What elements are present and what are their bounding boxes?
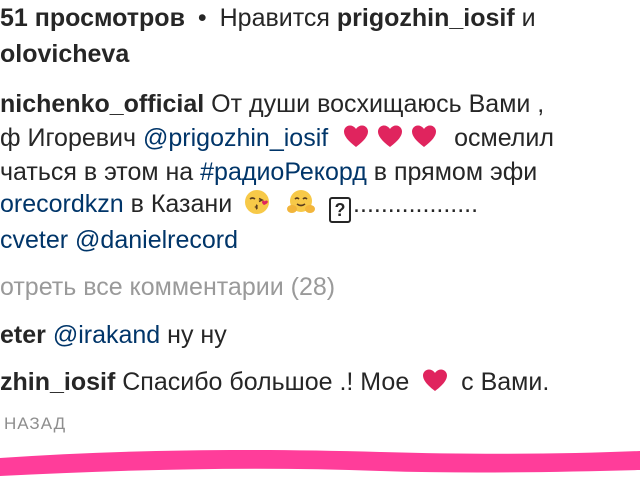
comment-username[interactable]: zhin_iosif bbox=[0, 368, 115, 396]
caption-text-3-prefix: чаться в этом на bbox=[0, 158, 194, 186]
comment-text-2: с Вами. bbox=[461, 368, 550, 396]
mention-cveter[interactable]: cveter bbox=[0, 226, 68, 254]
unknown-glyph-icon: ? bbox=[329, 197, 352, 223]
comment-mention[interactable]: @irakand bbox=[53, 321, 160, 349]
mention-danielrecord[interactable]: @danielrecord bbox=[75, 226, 238, 254]
comment-text: ну ну bbox=[167, 321, 227, 349]
caption-line-5: cveter @danielrecord bbox=[0, 224, 238, 256]
likes-row: 51 просмотров • Нравится prigozhin_iosif… bbox=[0, 2, 536, 34]
view-all-comments-link[interactable]: отреть все комментарии (28) bbox=[0, 271, 335, 303]
liker-username-2[interactable]: olovicheva bbox=[0, 40, 129, 68]
caption-text-2-suffix: осмелил bbox=[454, 124, 554, 152]
caption-username[interactable]: nichenko_official bbox=[0, 90, 204, 118]
comment-text-1: Спасибо большое .! Мое bbox=[122, 368, 410, 396]
mention-prigozhin[interactable]: @prigozhin_iosif bbox=[143, 124, 328, 152]
caption-line-4: orecordkzn в Казани ?.................. bbox=[0, 188, 478, 223]
comment-2: zhin_iosif Спасибо большое .! Мое с Вами… bbox=[0, 366, 549, 398]
caption-line-3: чаться в этом на #радиоРекорд в прямом э… bbox=[0, 156, 537, 188]
caption-text-2-prefix: ф Игоревич bbox=[0, 124, 137, 152]
hashtag-radiorecord[interactable]: #радиоРекорд bbox=[200, 158, 367, 186]
likes-prefix: Нравится bbox=[219, 4, 330, 32]
heart-emoji-icon bbox=[344, 125, 369, 147]
caption-text-1: От души восхищаюсь Вами , bbox=[211, 90, 545, 118]
caption-line-2: ф Игоревич @prigozhin_iosif осмелил bbox=[0, 122, 554, 154]
likes-and: и bbox=[521, 4, 536, 32]
views-count: 51 просмотров bbox=[0, 4, 185, 32]
heart-emoji-icon bbox=[412, 125, 437, 147]
caption-text-4: в Казани bbox=[130, 190, 233, 218]
heart-emoji-icon bbox=[423, 369, 448, 391]
comment-1: eter @irakand ну ну bbox=[0, 319, 227, 351]
kiss-emoji-icon bbox=[245, 190, 270, 214]
caption-dots: .................. bbox=[353, 190, 479, 218]
separator-dot: • bbox=[197, 4, 207, 32]
back-label[interactable]: НАЗАД bbox=[4, 414, 66, 434]
hearts-group bbox=[339, 124, 448, 152]
caption-text-3-suffix: в прямом эфи bbox=[373, 158, 538, 186]
heart-emoji-icon bbox=[378, 125, 403, 147]
liker-username[interactable]: prigozhin_iosif bbox=[337, 4, 515, 32]
comment-username[interactable]: eter bbox=[0, 321, 46, 349]
likes-row-2: olovicheva bbox=[0, 38, 129, 70]
mention-recordkzn[interactable]: orecordkzn bbox=[0, 190, 124, 218]
hug-emoji-icon bbox=[287, 190, 316, 213]
caption-line-1: nichenko_official От души восхищаюсь Вам… bbox=[0, 88, 544, 120]
pink-highlight-stroke bbox=[0, 450, 640, 476]
